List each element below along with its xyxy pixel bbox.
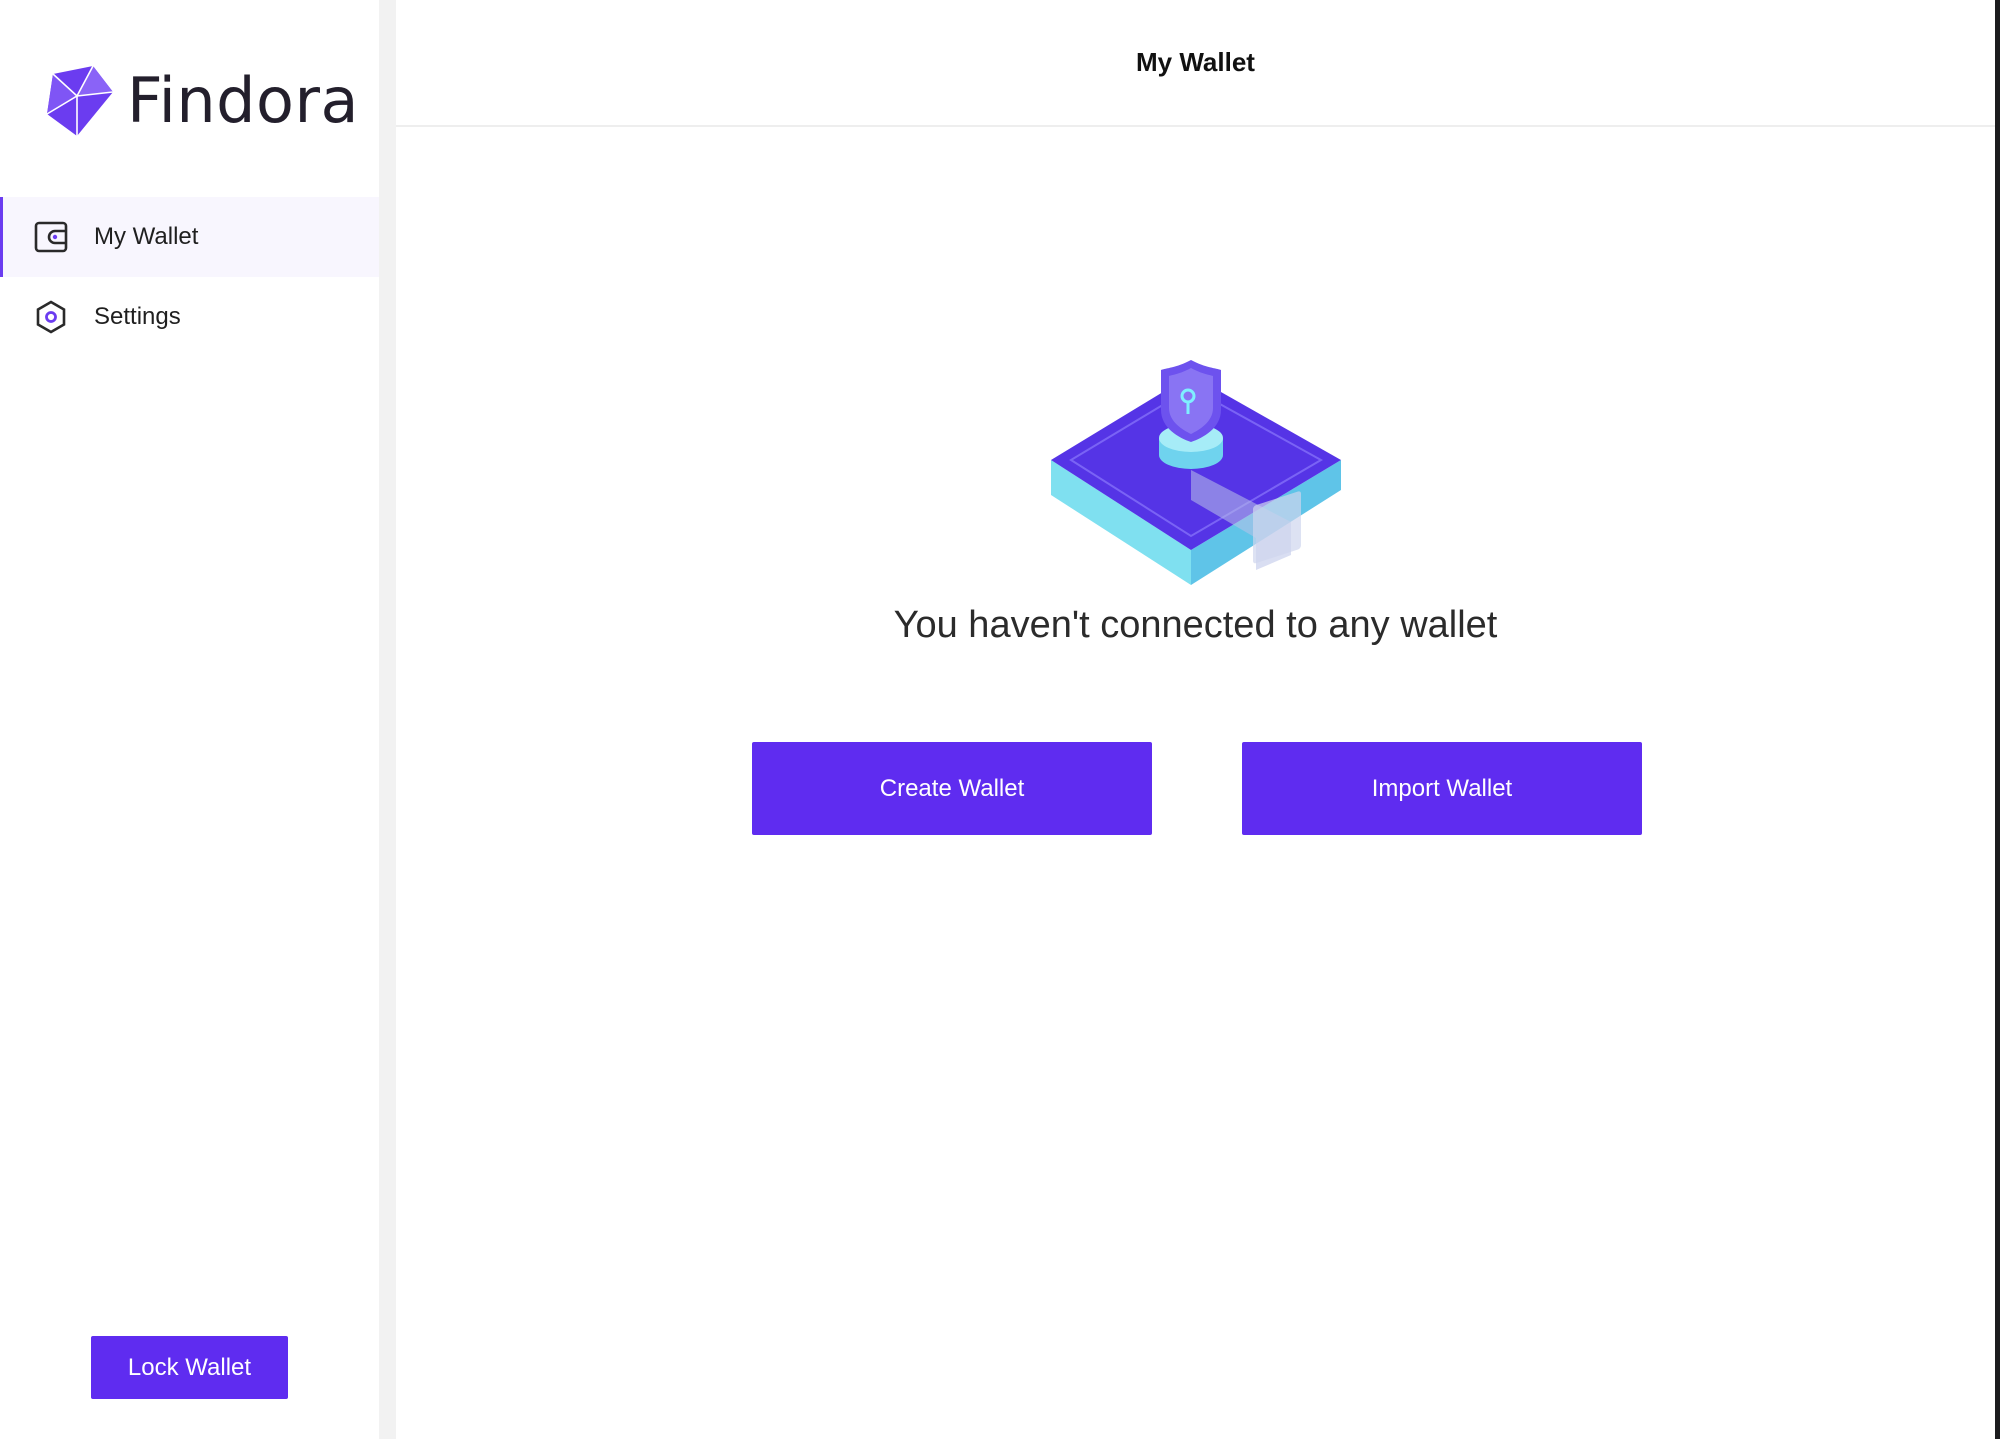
wallet-lock-icon xyxy=(1050,360,1341,585)
hexagon-settings-icon xyxy=(33,299,69,335)
sidebar-item-settings[interactable]: Settings xyxy=(0,277,379,357)
import-wallet-button[interactable]: Import Wallet xyxy=(1242,742,1642,835)
window-edge xyxy=(1995,0,2000,1439)
sidebar: Findora My Wallet Settings Lock Wallet xyxy=(0,0,379,1439)
locked-wallet-illustration xyxy=(396,350,1995,590)
sidebar-item-my-wallet[interactable]: My Wallet xyxy=(0,197,379,277)
page-title: My Wallet xyxy=(1136,47,1255,77)
app-window: Findora My Wallet Settings Lock Wallet M… xyxy=(0,0,2000,1439)
sidebar-item-label: My Wallet xyxy=(94,223,199,250)
wallet-icon xyxy=(33,219,69,255)
sidebar-item-label: Settings xyxy=(94,303,181,330)
create-wallet-button[interactable]: Create Wallet xyxy=(752,742,1152,835)
brand-logo[interactable]: Findora xyxy=(47,63,359,138)
page-header: My Wallet xyxy=(396,0,1995,127)
sidebar-nav: My Wallet Settings xyxy=(0,197,379,357)
findora-logo-icon xyxy=(47,65,113,136)
lock-wallet-button[interactable]: Lock Wallet xyxy=(91,1336,288,1399)
wallet-actions: Create Wallet Import Wallet xyxy=(752,742,1642,835)
empty-state-message: You haven't connected to any wallet xyxy=(893,604,1498,646)
main-content: My Wallet You haven't connected to any w… xyxy=(396,0,1995,1439)
sidebar-divider xyxy=(379,0,396,1439)
brand-name: Findora xyxy=(127,64,359,137)
